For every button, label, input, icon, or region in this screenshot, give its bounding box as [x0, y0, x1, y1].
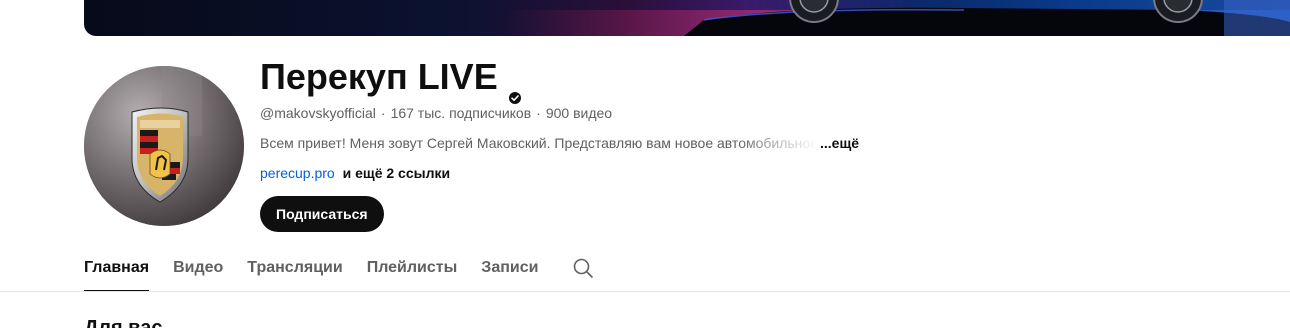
porsche-crest-logo — [84, 66, 244, 226]
description-text: Всем привет! Меня зовут Сергей Маковский… — [260, 135, 818, 151]
more-links-button[interactable]: и ещё 2 ссылки — [343, 165, 450, 181]
tab-label: Трансляции — [247, 259, 343, 276]
tabs-divider — [0, 291, 1290, 292]
video-count: 900 видео — [545, 105, 613, 121]
channel-handle: @makovskyofficial — [260, 105, 376, 121]
tab-videos[interactable]: Видео — [161, 244, 235, 292]
banner-art — [504, 0, 1290, 36]
subscribe-button[interactable]: Подписаться — [260, 196, 384, 232]
meta-separator: · — [536, 105, 541, 121]
search-icon[interactable] — [572, 244, 594, 292]
channel-banner — [84, 0, 1290, 36]
channel-description[interactable]: Всем привет! Меня зовут Сергей Маковский… — [260, 134, 859, 152]
channel-tabs: Главная Видео Трансляции Плейлисты Запис… — [84, 244, 594, 292]
channel-links: perecup.pro и ещё 2 ссылки — [260, 164, 450, 182]
tab-label: Главная — [84, 259, 150, 276]
tab-label: Записи — [481, 259, 539, 276]
meta-separator: · — [380, 105, 386, 121]
description-more-link[interactable]: ...ещё — [820, 134, 859, 152]
channel-avatar[interactable] — [84, 66, 244, 226]
tab-label: Плейлисты — [366, 259, 458, 276]
tab-label: Видео — [173, 259, 224, 276]
tab-posts[interactable]: Записи — [469, 244, 550, 292]
channel-name: Перекуп LIVE — [260, 56, 498, 97]
tab-home[interactable]: Главная — [84, 244, 161, 292]
tab-live[interactable]: Трансляции — [235, 244, 354, 292]
channel-title: Перекуп LIVE — [260, 56, 522, 104]
section-title: Для вас — [84, 317, 163, 328]
channel-page: Перекуп LIVE @makovskyofficial · 167 тыс. … — [0, 0, 1290, 328]
channel-website-link[interactable]: perecup.pro — [260, 165, 335, 181]
tab-playlists[interactable]: Плейлисты — [355, 244, 470, 292]
channel-meta: @makovskyofficial · 167 тыс. подписчиков · 9… — [260, 104, 612, 122]
verified-check-icon — [508, 72, 522, 104]
subscriber-count: 167 тыс. подписчиков — [390, 105, 532, 121]
